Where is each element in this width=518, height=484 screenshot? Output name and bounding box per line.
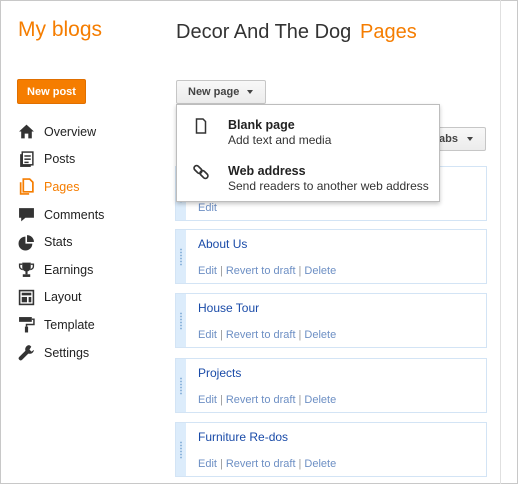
paint-roller-icon: [17, 316, 35, 334]
edit-link[interactable]: Edit: [198, 265, 217, 277]
menu-item-title: Blank page: [228, 118, 295, 132]
menu-item-blank-page[interactable]: Blank page Add text and media: [177, 107, 439, 151]
chevron-down-icon: [247, 90, 254, 94]
blog-title: Decor And The Dog: [176, 21, 352, 43]
new-post-button[interactable]: New post: [17, 79, 86, 104]
sidebar-item-layout[interactable]: Layout: [17, 284, 167, 312]
title-separator: ·: [345, 20, 350, 36]
chevron-down-icon: [467, 137, 473, 141]
comment-icon: [17, 206, 35, 224]
revert-to-draft-link[interactable]: Revert to draft: [226, 458, 296, 470]
section-title: Pages: [360, 21, 417, 43]
sidebar-item-label: Template: [44, 317, 95, 332]
sidebar-item-settings[interactable]: Settings: [17, 339, 167, 367]
delete-link[interactable]: Delete: [304, 458, 336, 470]
link-icon: [192, 163, 210, 181]
page-row: About Us Edit | Revert to draft | Delete: [175, 229, 487, 284]
posts-icon: [17, 150, 35, 168]
menu-item-web-address[interactable]: Web address Send readers to another web …: [177, 153, 439, 197]
pie-chart-icon: [17, 233, 35, 251]
sidebar-item-stats[interactable]: Stats: [17, 228, 167, 256]
new-page-button[interactable]: New page: [176, 80, 266, 104]
action-separator: |: [219, 265, 223, 277]
scroll-edge: [500, 0, 501, 484]
sidebar-item-earnings[interactable]: Earnings: [17, 256, 167, 284]
sidebar-item-label: Earnings: [44, 262, 94, 277]
new-page-menu: Blank page Add text and media Web addres…: [176, 104, 440, 202]
action-separator: |: [219, 394, 223, 406]
my-blogs-link[interactable]: My blogs: [18, 18, 102, 42]
sidebar-item-posts[interactable]: Posts: [17, 146, 167, 174]
revert-to-draft-link[interactable]: Revert to draft: [226, 394, 296, 406]
new-page-label: New page: [188, 86, 240, 98]
action-separator: |: [298, 394, 302, 406]
page-row: Furniture Re-dos Edit | Revert to draft | De…: [175, 422, 487, 477]
page-title-link[interactable]: House Tour: [198, 301, 259, 315]
action-separator: |: [298, 458, 302, 470]
page-title-link[interactable]: Furniture Re-dos: [198, 430, 288, 444]
sidebar-item-pages[interactable]: Pages: [17, 173, 167, 201]
edit-link[interactable]: Edit: [198, 394, 217, 406]
sidebar-nav: Overview Posts Pages Comments Stats Earn…: [17, 118, 167, 366]
action-separator: |: [298, 265, 302, 277]
action-separator: |: [219, 329, 223, 341]
drag-handle[interactable]: [176, 230, 186, 283]
drag-handle[interactable]: [176, 423, 186, 476]
sidebar-item-label: Stats: [44, 235, 73, 250]
edit-link[interactable]: Edit: [198, 329, 217, 341]
sidebar-item-label: Layout: [44, 290, 82, 305]
layout-icon: [17, 288, 35, 306]
sidebar-item-template[interactable]: Template: [17, 311, 167, 339]
delete-link[interactable]: Delete: [304, 329, 336, 341]
revert-to-draft-link[interactable]: Revert to draft: [226, 265, 296, 277]
page-title-link[interactable]: About Us: [198, 237, 247, 251]
sidebar-item-label: Comments: [44, 207, 105, 222]
action-separator: |: [219, 458, 223, 470]
page-title-link[interactable]: Projects: [198, 366, 241, 380]
menu-item-description: Send readers to another web address: [228, 179, 429, 193]
pages-icon: [17, 178, 35, 196]
home-icon: [17, 123, 35, 141]
delete-link[interactable]: Delete: [304, 265, 336, 277]
action-separator: |: [298, 329, 302, 341]
page-row: House Tour Edit | Revert to draft | Delete: [175, 293, 487, 348]
page-row: Projects Edit | Revert to draft | Delete: [175, 358, 487, 413]
sidebar-item-label: Posts: [44, 152, 76, 167]
drag-handle[interactable]: [176, 294, 186, 347]
tabs-button-label: abs: [439, 133, 458, 145]
drag-handle[interactable]: [176, 359, 186, 412]
sidebar-item-label: Pages: [44, 179, 80, 194]
edit-link[interactable]: Edit: [198, 202, 217, 214]
sidebar-item-label: Settings: [44, 345, 90, 360]
menu-item-description: Add text and media: [228, 133, 332, 147]
menu-item-title: Web address: [228, 164, 306, 178]
sidebar-item-comments[interactable]: Comments: [17, 201, 167, 229]
document-icon: [192, 117, 210, 135]
wrench-icon: [17, 344, 35, 362]
trophy-icon: [17, 261, 35, 279]
delete-link[interactable]: Delete: [304, 394, 336, 406]
sidebar-item-label: Overview: [44, 124, 97, 139]
sidebar-item-overview[interactable]: Overview: [17, 118, 167, 146]
edit-link[interactable]: Edit: [198, 458, 217, 470]
revert-to-draft-link[interactable]: Revert to draft: [226, 329, 296, 341]
